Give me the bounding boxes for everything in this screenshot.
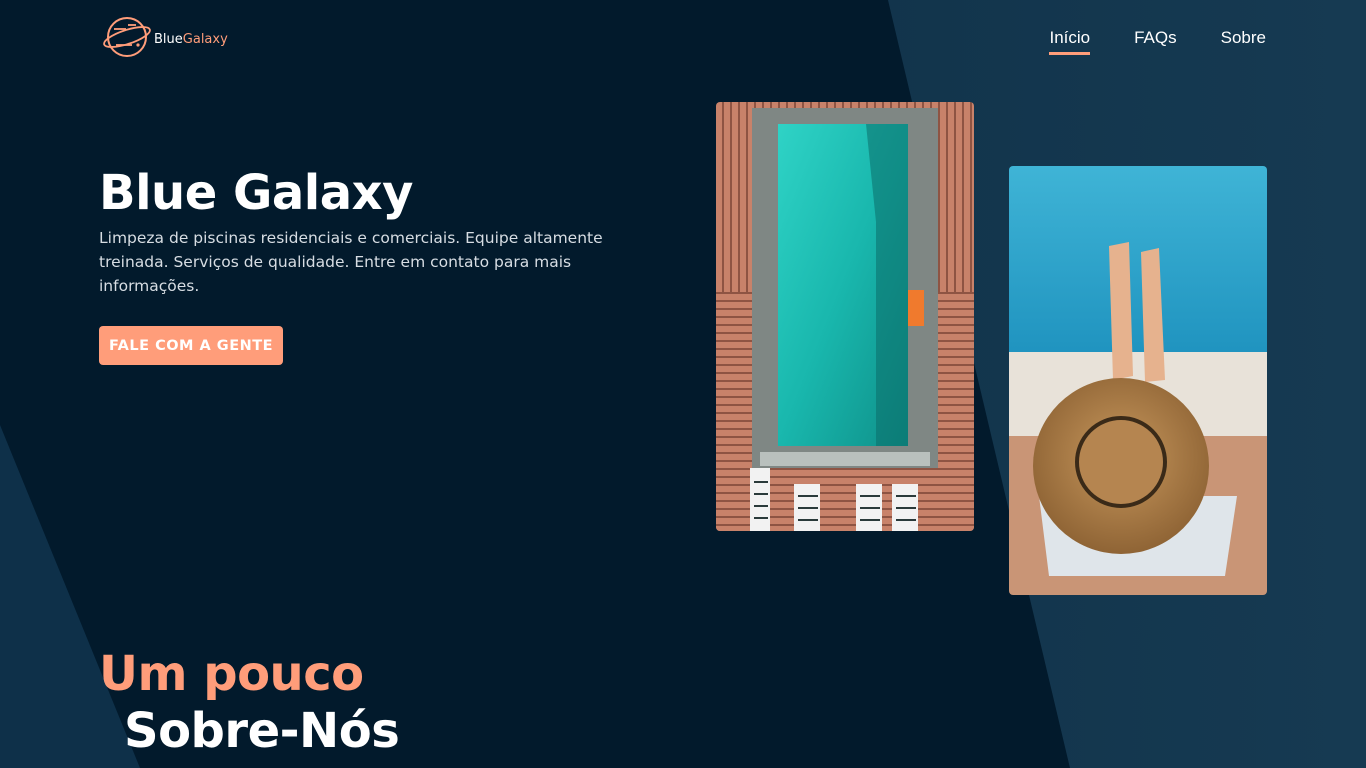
hero-description: Limpeza de piscinas residenciais e comer… — [99, 229, 603, 295]
brand-logo[interactable]: BlueGalaxy — [102, 15, 228, 63]
main-nav: Início FAQs Sobre — [1049, 28, 1266, 55]
planet-icon — [102, 15, 152, 63]
nav-item-sobre[interactable]: Sobre — [1221, 28, 1266, 55]
about-heading: Sobre-Nós — [124, 703, 400, 759]
nav-item-inicio[interactable]: Início — [1049, 28, 1091, 55]
brand-name: BlueGalaxy — [154, 31, 228, 47]
contact-button[interactable]: FALE COM A GENTE — [99, 326, 283, 365]
pool-aerial-image — [716, 102, 974, 531]
woman-hat-image — [1009, 166, 1267, 595]
about-heading-accent: Um pouco — [99, 646, 364, 702]
nav-item-faqs[interactable]: FAQs — [1134, 28, 1177, 55]
hero-title: Blue Galaxy — [99, 165, 413, 221]
